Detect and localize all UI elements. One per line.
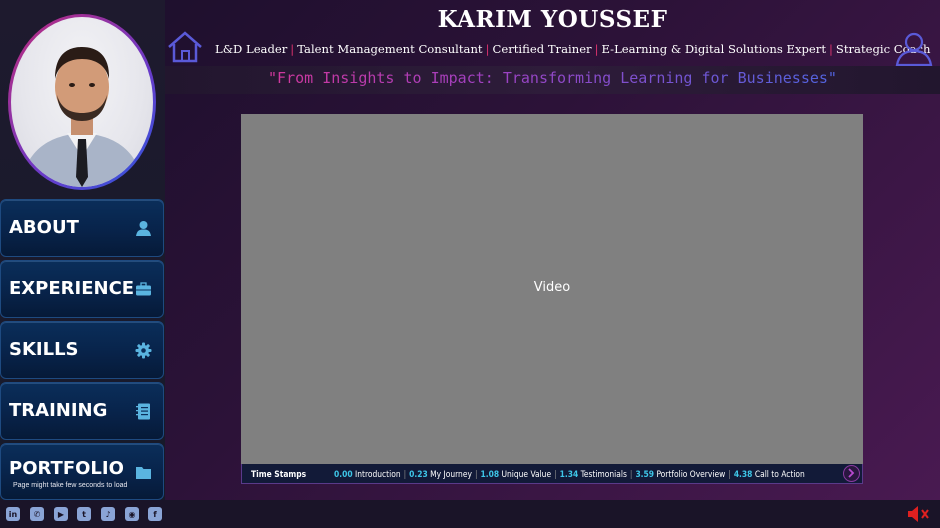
timestamp-label: Unique Value — [501, 469, 552, 479]
nav-portfolio-button[interactable]: PORTFOLIO Page might take few seconds to… — [0, 443, 164, 500]
timestamp-item[interactable]: 4.38 Call to Action — [734, 469, 805, 479]
twitter-icon[interactable]: t — [77, 507, 91, 521]
gear-icon — [135, 342, 152, 359]
timestamp-time: 0.23 — [409, 469, 428, 479]
nav-label: SKILLS — [9, 339, 79, 360]
timestamp-label: Introduction — [355, 469, 401, 479]
role-separator: | — [290, 42, 295, 56]
nav-label: TRAINING — [9, 400, 108, 421]
youtube-icon[interactable]: ▶ — [54, 507, 68, 521]
timestamp-label: Testimonials — [580, 469, 627, 479]
avatar — [11, 17, 153, 187]
timestamp-item[interactable]: 1.08 Unique Value — [480, 469, 551, 479]
video-player[interactable]: Video — [241, 114, 863, 464]
timestamp-item[interactable]: 0.23 My Journey — [409, 469, 472, 479]
briefcase-icon — [136, 282, 151, 296]
linkedin-icon[interactable]: in — [6, 507, 20, 521]
role-item: Certified Trainer — [492, 42, 592, 56]
bottom-bar: in ✆ ▶ t ♪ ◉ f — [0, 500, 940, 528]
timestamp-time: 0.00 — [334, 469, 353, 479]
role-list: L&D Leader | Talent Management Consultant |… — [215, 42, 931, 56]
timestamp-item[interactable]: 3.59 Portfolio Overview — [635, 469, 725, 479]
timestamps-bar: Time Stamps 0.00 Introduction | 0.23 My Jo… — [241, 464, 863, 484]
notebook-icon — [136, 403, 150, 420]
timestamp-label: Portfolio Overview — [656, 469, 726, 479]
tiktok-icon[interactable]: ♪ — [101, 507, 115, 521]
nav-about-button[interactable]: ABOUT — [0, 199, 164, 257]
tagline-band: "From Insights to Impact: Transforming L… — [165, 66, 940, 94]
timestamp-separator: | — [403, 469, 407, 479]
timestamp-time: 1.08 — [480, 469, 500, 479]
role-item: L&D Leader — [215, 42, 288, 56]
sidebar: ABOUT EXPERIENCE SKILLS TRAINING PORTFOL… — [0, 0, 165, 500]
page-title: KARIM YOUSSEF — [437, 6, 668, 33]
nav-label: ABOUT — [9, 217, 79, 238]
avatar-portrait — [21, 47, 143, 187]
nav-label: PORTFOLIO — [9, 458, 124, 479]
header: KARIM YOUSSEF L&D Leader | Talent Manageme… — [165, 0, 940, 66]
nav-training-button[interactable]: TRAINING — [0, 382, 164, 440]
nav-experience-button[interactable]: EXPERIENCE — [0, 260, 164, 318]
avatar-frame — [8, 14, 156, 190]
tagline: "From Insights to Impact: Transforming L… — [165, 69, 940, 87]
facebook-icon[interactable]: f — [148, 507, 162, 521]
loading-note: Page might take few seconds to load — [13, 482, 128, 489]
nav-label: EXPERIENCE — [9, 278, 135, 299]
timestamps-title: Time Stamps — [251, 469, 307, 479]
chevron-right-icon — [848, 468, 855, 478]
profile-icon[interactable] — [894, 30, 934, 66]
timestamp-time: 1.34 — [559, 469, 579, 479]
whatsapp-icon[interactable]: ✆ — [30, 507, 44, 521]
folder-icon — [136, 467, 151, 479]
role-separator: | — [485, 42, 490, 56]
mute-icon[interactable] — [906, 504, 932, 524]
role-item: E-Learning & Digital Solutions Expert — [601, 42, 827, 56]
timestamp-item[interactable]: 1.34 Testimonials — [560, 469, 627, 479]
timestamp-time: 4.38 — [733, 469, 753, 479]
next-arrow-button[interactable] — [843, 465, 860, 482]
user-icon — [136, 221, 151, 236]
nav-skills-button[interactable]: SKILLS — [0, 321, 164, 379]
role-separator: | — [829, 42, 833, 56]
timestamps-list: 0.00 Introduction | 0.23 My Journey | 1.08 U… — [334, 469, 805, 479]
timestamp-separator: | — [728, 469, 731, 479]
timestamp-label: Call to Action — [754, 469, 805, 479]
timestamp-label: My Journey — [430, 469, 472, 479]
role-item: Talent Management Consultant — [297, 42, 483, 56]
role-separator: | — [594, 42, 599, 56]
timestamp-separator: | — [554, 469, 557, 479]
home-icon[interactable] — [165, 30, 205, 64]
video-placeholder-label: Video — [533, 280, 571, 295]
timestamp-time: 3.59 — [635, 469, 655, 479]
timestamp-item[interactable]: 0.00 Introduction — [334, 469, 401, 479]
website-icon[interactable]: ◉ — [125, 507, 139, 521]
